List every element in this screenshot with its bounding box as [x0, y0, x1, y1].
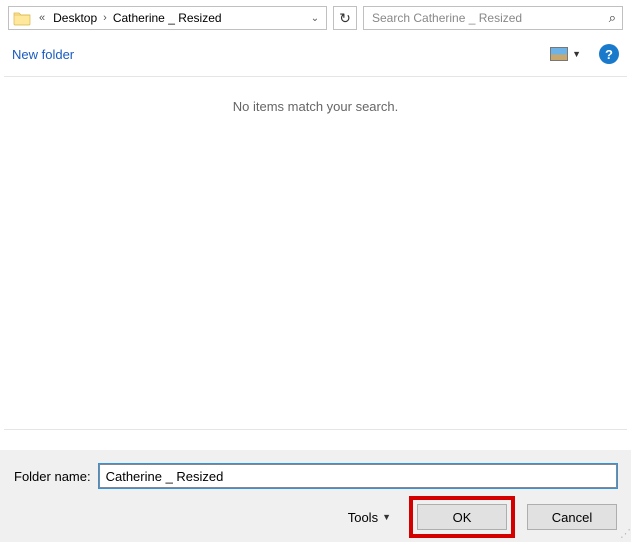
picture-icon [550, 47, 568, 61]
highlight-annotation: OK [409, 496, 515, 538]
chevron-down-icon: ▼ [572, 49, 581, 59]
address-bar[interactable]: « Desktop › Catherine _ Resized ⌄ [8, 6, 327, 30]
help-button[interactable]: ? [599, 44, 619, 64]
ok-button[interactable]: OK [417, 504, 507, 530]
search-icon[interactable]: ⌕ [609, 10, 616, 26]
breadcrumb-overflow-icon[interactable]: « [35, 12, 49, 24]
command-bar: New folder ▼ ? [0, 36, 631, 74]
search-input[interactable] [372, 11, 609, 25]
breadcrumb-item-desktop[interactable]: Desktop [49, 11, 101, 25]
new-folder-button[interactable]: New folder [12, 47, 74, 62]
refresh-button[interactable]: ↻ [333, 6, 357, 30]
cancel-button[interactable]: Cancel [527, 504, 617, 530]
empty-state-message: No items match your search. [233, 99, 398, 114]
chevron-down-icon: ▼ [382, 512, 391, 522]
search-box[interactable]: ⌕ [363, 6, 623, 30]
view-mode-button[interactable]: ▼ [546, 45, 585, 63]
chevron-right-icon[interactable]: › [101, 12, 109, 24]
resize-grip-icon[interactable]: ⋰ [620, 527, 629, 540]
address-dropdown-icon[interactable]: ⌄ [306, 13, 324, 24]
dialog-footer: Folder name: Tools ▼ OK Cancel [0, 450, 631, 542]
folder-name-input[interactable] [99, 464, 617, 488]
breadcrumb-item-current[interactable]: Catherine _ Resized [109, 11, 226, 25]
file-list-area: No items match your search. [4, 76, 627, 430]
question-icon: ? [605, 47, 613, 62]
tools-label: Tools [348, 510, 378, 525]
folder-icon [13, 10, 31, 26]
tools-menu-button[interactable]: Tools ▼ [348, 510, 391, 525]
refresh-icon: ↻ [339, 10, 351, 27]
address-toolbar: « Desktop › Catherine _ Resized ⌄ ↻ ⌕ [0, 0, 631, 36]
folder-name-label: Folder name: [14, 469, 91, 484]
